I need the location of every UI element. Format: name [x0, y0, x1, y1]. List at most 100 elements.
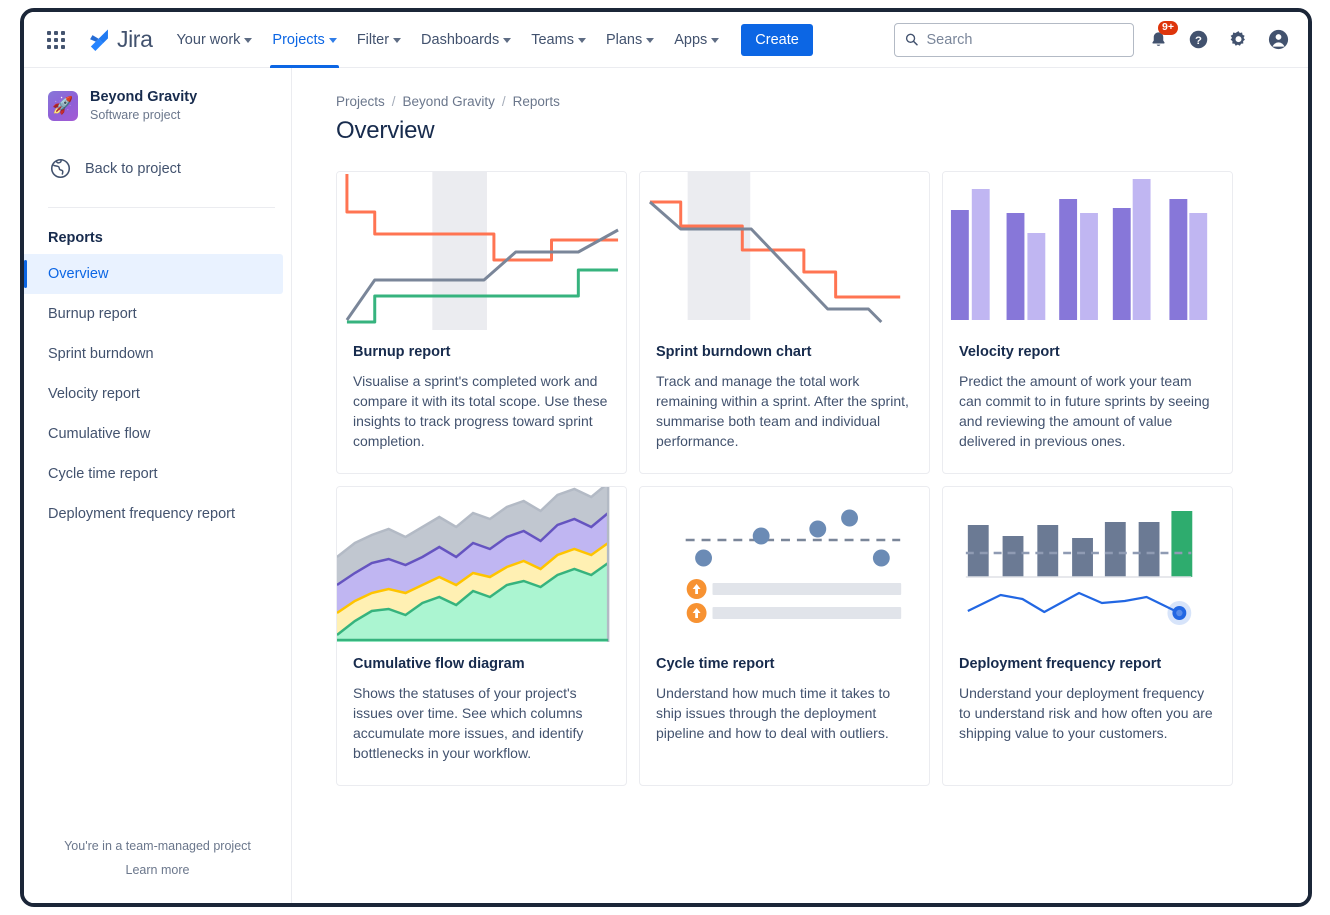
breadcrumb-item-reports[interactable]: Reports [513, 94, 560, 109]
top-navigation-bar: Jira Your work Projects Filter Dashboard… [24, 12, 1308, 68]
nav-label: Filter [357, 32, 389, 48]
jira-wordmark: Jira [117, 26, 152, 53]
search-icon [905, 32, 919, 47]
commitment-bar [1169, 199, 1187, 320]
chevron-down-icon [244, 38, 252, 43]
completed-bar [1133, 179, 1151, 320]
help-icon: ? [1188, 29, 1209, 50]
nav-label: Teams [531, 32, 574, 48]
notifications-button[interactable]: 9+ [1142, 24, 1174, 56]
sidebar-item-label: Deployment frequency report [48, 506, 235, 522]
project-type: Software project [90, 107, 197, 125]
trend-line [968, 593, 1180, 613]
rocket-icon: 🚀 [52, 96, 73, 116]
card-description: Track and manage the total work remainin… [656, 371, 913, 451]
report-card-cumulative-flow-diagram[interactable]: Cumulative flow diagram Shows the status… [336, 486, 627, 786]
nav-right-cluster: 9+ ? [894, 23, 1294, 57]
help-button[interactable]: ? [1182, 24, 1214, 56]
app-switcher-grid-icon [47, 31, 65, 49]
primary-nav-items: Your work Projects Filter Dashboards Tea… [166, 12, 812, 68]
card-description: Understand your deployment frequency to … [959, 683, 1216, 743]
create-button[interactable]: Create [741, 24, 813, 56]
main-content: Projects / Beyond Gravity / Reports Over… [292, 68, 1308, 903]
cycle-time-illustration [640, 487, 929, 642]
breadcrumb: Projects / Beyond Gravity / Reports [336, 94, 1268, 109]
sidebar-item-sprint-burndown[interactable]: Sprint burndown [24, 334, 283, 374]
nav-item-projects[interactable]: Projects [262, 12, 346, 68]
settings-button[interactable] [1222, 24, 1254, 56]
search-input[interactable] [927, 32, 1123, 48]
cycle-time-point [753, 528, 770, 545]
learn-more-link[interactable]: Learn more [44, 863, 271, 877]
chevron-down-icon [646, 38, 654, 43]
nav-item-your-work[interactable]: Your work [166, 12, 262, 68]
project-header[interactable]: 🚀 Beyond Gravity Software project [24, 84, 291, 125]
sidebar-item-velocity-report[interactable]: Velocity report [24, 374, 283, 414]
chevron-down-icon [329, 38, 337, 43]
back-to-project-link[interactable]: Back to project [24, 149, 291, 189]
deployment-bar [1139, 522, 1160, 577]
card-description: Shows the statuses of your project's iss… [353, 683, 610, 763]
breadcrumb-item-projects[interactable]: Projects [336, 94, 385, 109]
sidebar-item-cumulative-flow[interactable]: Cumulative flow [24, 414, 283, 454]
nav-label: Your work [176, 32, 240, 48]
notification-count-badge: 9+ [1158, 21, 1178, 35]
burnup-chart-illustration [337, 172, 626, 330]
nav-label: Projects [272, 32, 324, 48]
report-card-cycle-time-report[interactable]: Cycle time report Understand how much ti… [639, 486, 930, 786]
sidebar-item-label: Overview [48, 266, 108, 282]
back-to-project-label: Back to project [85, 161, 181, 177]
card-description: Understand how much time it takes to shi… [656, 683, 913, 743]
report-card-velocity-report[interactable]: Velocity report Predict the amount of wo… [942, 171, 1233, 474]
breadcrumb-item-beyond-gravity[interactable]: Beyond Gravity [403, 94, 495, 109]
team-managed-note: You're in a team-managed project [44, 839, 271, 853]
sidebar-item-overview[interactable]: Overview [24, 254, 283, 294]
report-card-sprint-burndown-chart[interactable]: Sprint burndown chart Track and manage t… [639, 171, 930, 474]
card-description: Predict the amount of work your team can… [959, 371, 1216, 451]
completed-bar [1189, 213, 1207, 320]
velocity-chart-illustration [943, 172, 1232, 330]
sprint-highlight-band [432, 172, 487, 330]
sidebar-divider [48, 207, 275, 208]
nav-item-filter[interactable]: Filter [347, 12, 411, 68]
account-avatar-icon [1267, 28, 1290, 51]
cycle-time-point [695, 550, 712, 567]
nav-item-dashboards[interactable]: Dashboards [411, 12, 521, 68]
deployment-frequency-illustration [943, 487, 1232, 642]
card-title: Deployment frequency report [959, 656, 1216, 672]
account-avatar-button[interactable] [1262, 24, 1294, 56]
report-card-burnup-report[interactable]: Burnup report Visualise a sprint's compl… [336, 171, 627, 474]
commitment-bar [951, 210, 969, 320]
nav-item-teams[interactable]: Teams [521, 12, 596, 68]
search-box[interactable] [894, 23, 1134, 57]
sidebar-item-label: Burnup report [48, 306, 137, 322]
app-switcher-button[interactable] [40, 24, 72, 56]
jira-home-logo[interactable]: Jira [86, 26, 152, 53]
cycle-time-point [809, 521, 826, 538]
svg-text:?: ? [1195, 35, 1202, 47]
nav-label: Dashboards [421, 32, 499, 48]
nav-item-apps[interactable]: Apps [664, 12, 729, 68]
deployment-bar-highlight [1171, 511, 1192, 577]
sidebar-item-cycle-time-report[interactable]: Cycle time report [24, 454, 283, 494]
deployment-frequency-svg [943, 487, 1232, 642]
burndown-chart-illustration [640, 172, 929, 330]
sidebar-section-title: Reports [24, 230, 291, 246]
guideline-line [650, 202, 881, 322]
project-sidebar: 🚀 Beyond Gravity Software project Back t… [24, 68, 292, 903]
sidebar-item-label: Cumulative flow [48, 426, 150, 442]
burnup-chart-svg [337, 172, 626, 330]
nav-label: Apps [674, 32, 707, 48]
globe-icon [50, 158, 71, 179]
chevron-down-icon [711, 38, 719, 43]
jira-logo-icon [86, 27, 112, 53]
deployment-bar [1105, 522, 1126, 577]
sidebar-item-deployment-frequency-report[interactable]: Deployment frequency report [24, 494, 283, 534]
settings-gear-icon [1228, 29, 1249, 50]
report-card-deployment-frequency-report[interactable]: Deployment frequency report Understand y… [942, 486, 1233, 786]
sidebar-item-burnup-report[interactable]: Burnup report [24, 294, 283, 334]
nav-item-plans[interactable]: Plans [596, 12, 664, 68]
sidebar-item-label: Velocity report [48, 386, 140, 402]
completed-bar [1027, 233, 1045, 320]
commitment-bar [1113, 208, 1131, 320]
